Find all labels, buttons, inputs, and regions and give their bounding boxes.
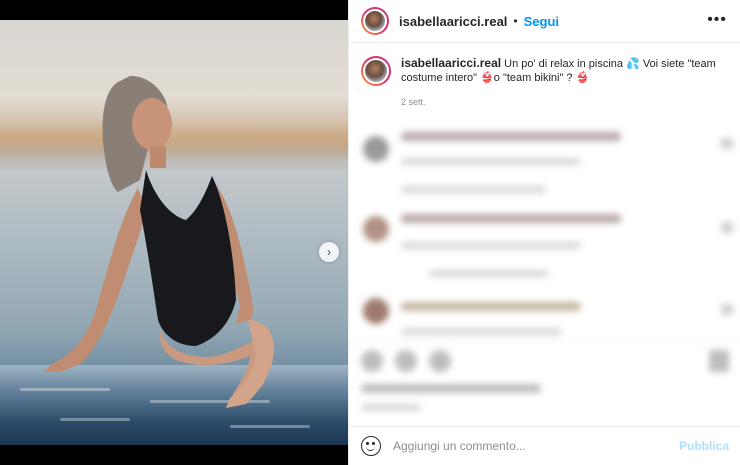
next-arrow-icon: › xyxy=(327,245,331,259)
blurred-comment-meta xyxy=(401,242,581,249)
post-timestamp[interactable]: 2 sett. xyxy=(401,95,731,109)
blurred-likes-line xyxy=(361,384,541,393)
follow-button[interactable]: Segui xyxy=(524,14,559,29)
heart-icon[interactable] xyxy=(721,222,733,233)
post-header: isabellaaricci.real • Segui ••• xyxy=(349,0,740,43)
header-separator: • xyxy=(513,14,518,28)
blurred-comment-meta xyxy=(401,158,581,165)
blurred-comment-line xyxy=(401,132,621,141)
avatar-image xyxy=(363,9,387,33)
post-caption: isabellaaricci.real Un po' di relax in p… xyxy=(361,56,731,109)
share-icon[interactable] xyxy=(429,350,451,372)
caption-avatar[interactable] xyxy=(361,56,391,86)
more-options-icon[interactable]: ••• xyxy=(707,11,727,29)
blurred-replies-line xyxy=(429,270,549,277)
caption-username[interactable]: isabellaaricci.real xyxy=(401,56,501,70)
next-photo-button[interactable]: › xyxy=(319,242,339,262)
caption-body: isabellaaricci.real Un po' di relax in p… xyxy=(401,56,731,109)
heart-icon[interactable] xyxy=(361,350,383,372)
woman-figure xyxy=(44,75,274,408)
post-side-panel: isabellaaricci.real • Segui ••• isabella… xyxy=(348,0,740,465)
comment-icon[interactable] xyxy=(395,350,417,372)
publish-button[interactable]: Pubblica xyxy=(679,439,729,453)
comment-avatar xyxy=(363,298,389,324)
save-icon[interactable] xyxy=(709,350,729,372)
post-photo[interactable]: › xyxy=(0,20,348,445)
blurred-comment-meta xyxy=(401,328,561,335)
blurred-comment-line xyxy=(401,214,621,223)
heart-icon[interactable] xyxy=(721,138,733,149)
blurred-date-line xyxy=(361,404,421,411)
post-media-panel: › xyxy=(0,0,348,465)
comment-input[interactable] xyxy=(393,439,679,453)
post-username[interactable]: isabellaaricci.real xyxy=(399,14,507,29)
heart-icon[interactable] xyxy=(721,304,733,315)
emoji-icon[interactable] xyxy=(361,436,381,456)
avatar-image xyxy=(363,58,389,84)
comment-composer: Pubblica xyxy=(349,426,740,465)
comment-avatar xyxy=(363,136,389,162)
avatar[interactable] xyxy=(361,7,389,35)
comment-avatar xyxy=(363,216,389,242)
blurred-replies-line xyxy=(401,186,546,193)
blurred-comment-line xyxy=(401,302,581,311)
blurred-comments xyxy=(349,118,740,420)
